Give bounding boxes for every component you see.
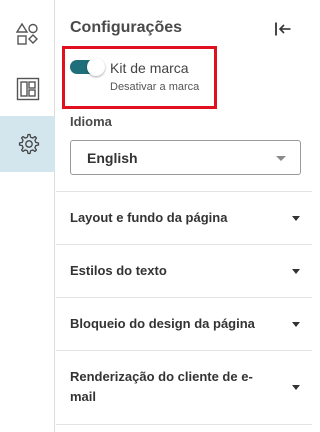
rail-shapes-button[interactable] (0, 6, 55, 62)
collapse-left-icon (275, 22, 291, 36)
left-rail (0, 0, 55, 432)
section-label: Estilos do texto (70, 263, 167, 278)
section-design-lock[interactable]: Bloqueio do design da página (56, 298, 312, 350)
panel-title: Configurações (70, 19, 183, 36)
section-label: Bloqueio do design da página (70, 316, 255, 331)
shapes-icon (15, 22, 38, 45)
rail-settings-button[interactable] (0, 116, 55, 172)
chevron-down-icon (292, 385, 300, 390)
language-selected-value: English (87, 150, 138, 166)
brand-kit-sublabel: Desativar a marca (110, 81, 200, 93)
chevron-down-icon (276, 156, 286, 161)
language-select[interactable]: English (70, 140, 301, 175)
divider (56, 424, 312, 425)
settings-gear-icon (18, 133, 39, 155)
layout-icon (16, 77, 39, 101)
rail-layout-button[interactable] (0, 61, 55, 117)
chevron-down-icon (292, 216, 300, 221)
brand-kit-label: Kit de marca (110, 60, 189, 76)
brand-kit-toggle[interactable] (70, 58, 105, 76)
settings-panel: Configurações Kit de marca Desativar a m… (56, 0, 312, 432)
language-label: Idioma (70, 114, 112, 129)
collapse-panel-button[interactable] (272, 18, 294, 40)
section-page-layout[interactable]: Layout e fundo da página (56, 192, 312, 244)
section-email-rendering[interactable]: Renderização do cliente de e-mail (56, 351, 312, 423)
section-text-styles[interactable]: Estilos do texto (56, 245, 312, 297)
section-label: Renderização do cliente de e-mail (70, 369, 253, 404)
chevron-down-icon (292, 322, 300, 327)
chevron-down-icon (292, 269, 300, 274)
toggle-knob (87, 58, 105, 76)
section-label: Layout e fundo da página (70, 210, 228, 225)
